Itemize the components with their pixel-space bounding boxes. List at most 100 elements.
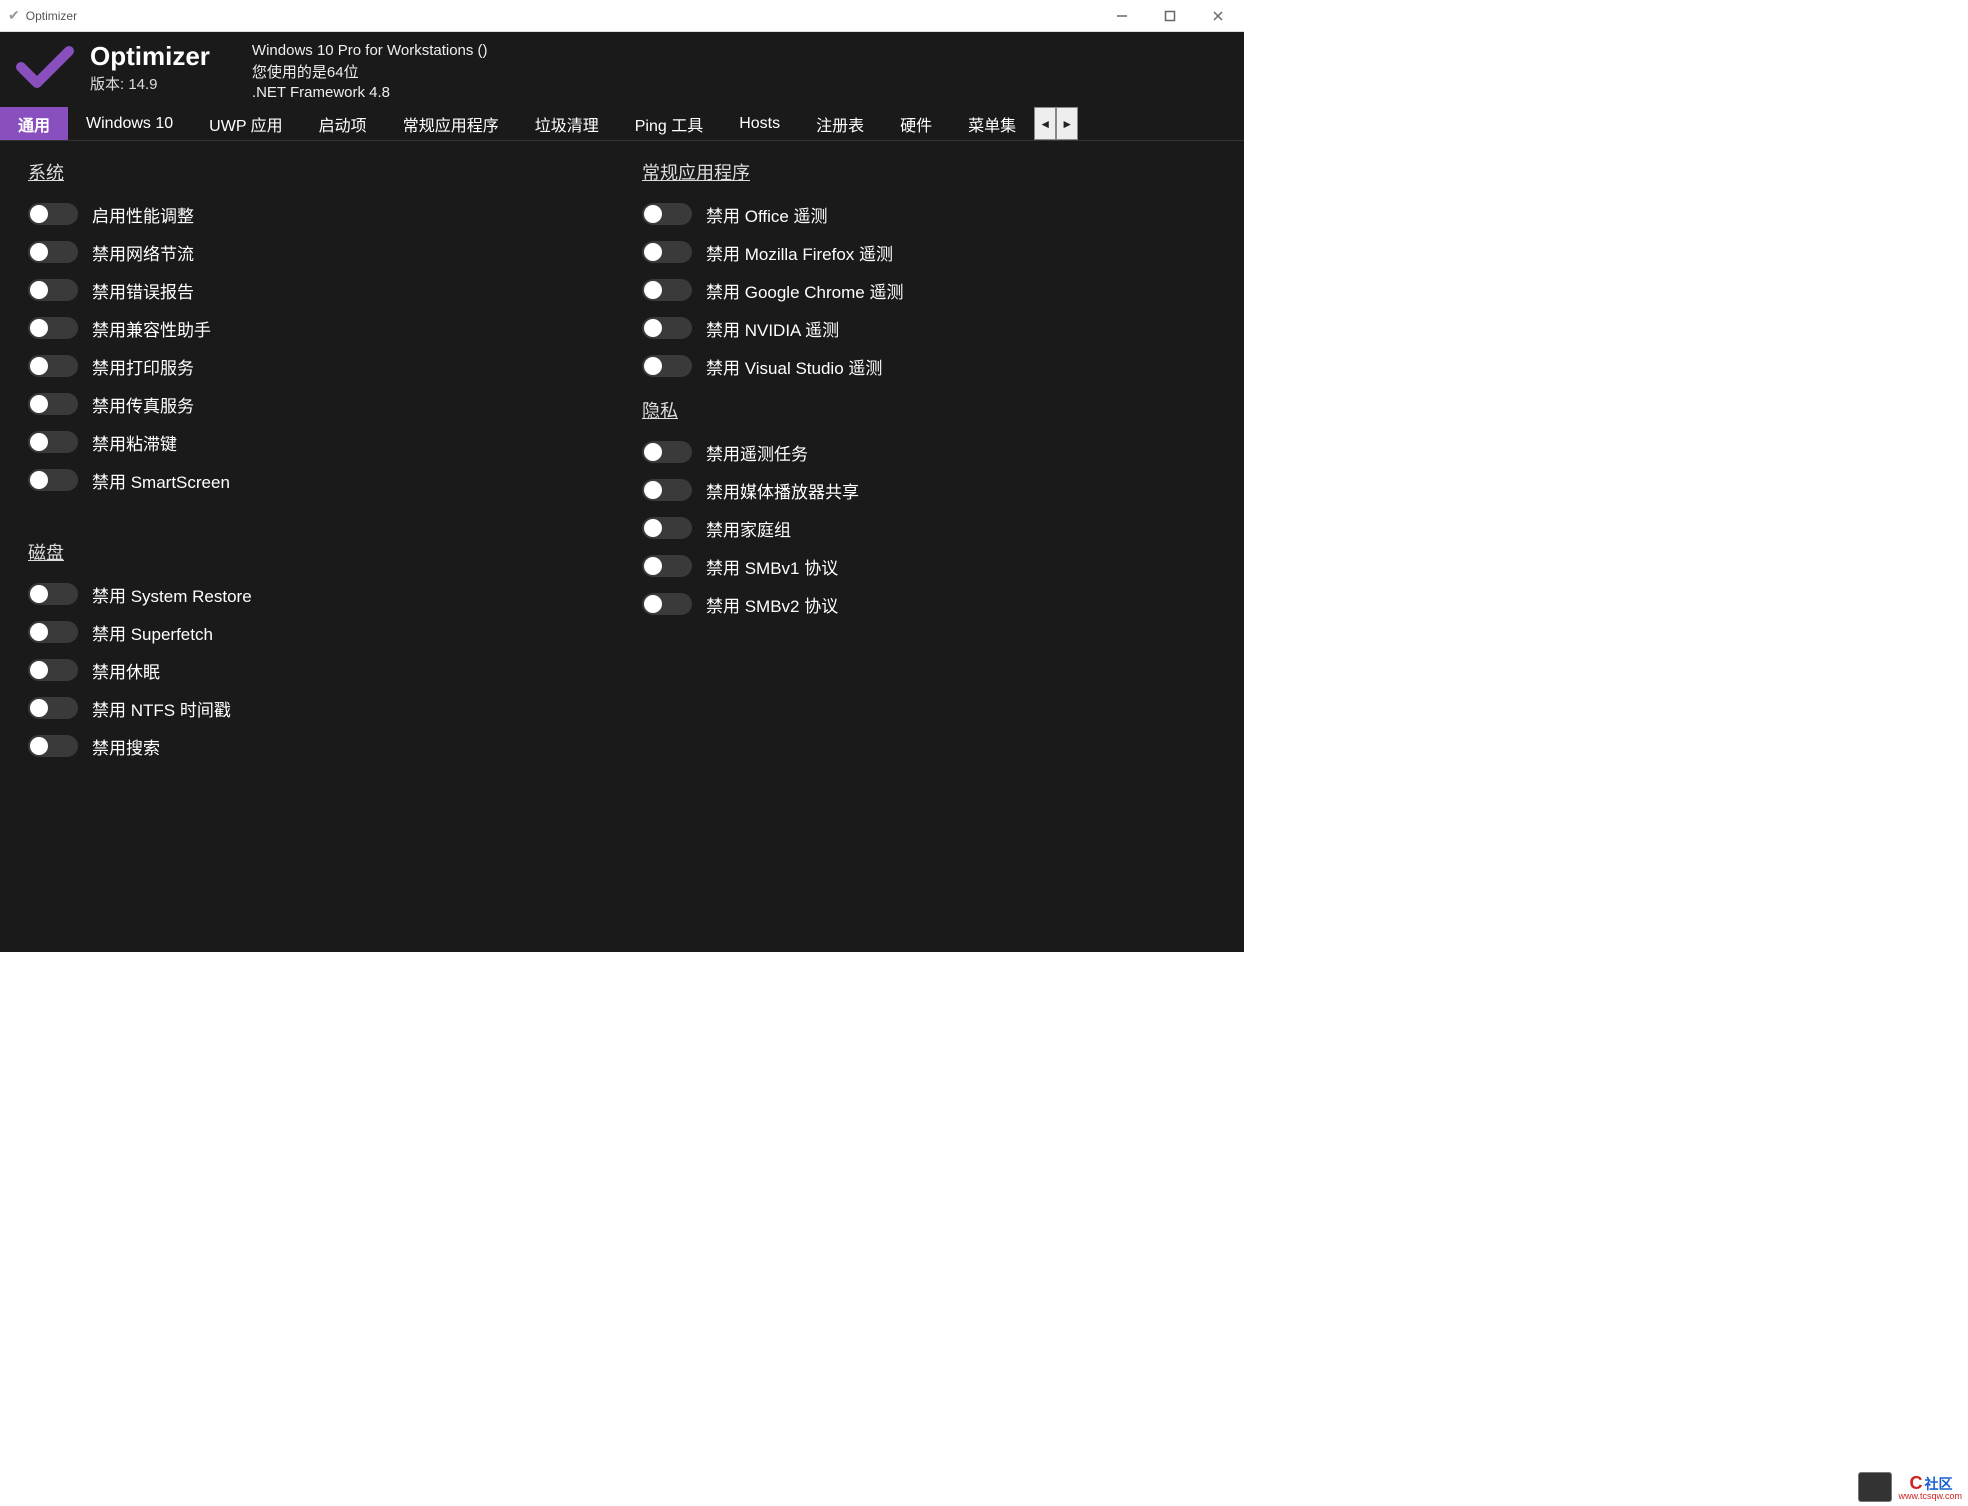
toggle-label: 禁用媒体播放器共享	[706, 478, 859, 503]
logo-check-icon	[14, 42, 76, 90]
toggle-switch[interactable]	[642, 317, 692, 339]
toggle-switch[interactable]	[642, 517, 692, 539]
window-title: Optimizer	[26, 9, 1112, 23]
toggle-row: 禁用粘滞键	[28, 423, 602, 461]
toggle-label: 禁用遥测任务	[706, 440, 808, 465]
toggle-switch[interactable]	[28, 317, 78, 339]
toggle-knob	[30, 319, 48, 337]
tab-scroll-left[interactable]: ◄	[1034, 107, 1056, 140]
toggle-row: 禁用兼容性助手	[28, 309, 602, 347]
toggle-knob	[644, 595, 662, 613]
toggle-row: 禁用媒体播放器共享	[642, 471, 1216, 509]
toggle-label: 禁用 System Restore	[92, 582, 252, 607]
section-title: 隐私	[642, 397, 1216, 423]
toggle-switch[interactable]	[28, 583, 78, 605]
toggle-row: 禁用 SmartScreen	[28, 461, 602, 499]
toggle-label: 禁用 SMBv2 协议	[706, 592, 838, 617]
toggle-switch[interactable]	[642, 441, 692, 463]
tab-10[interactable]: 菜单集	[950, 107, 1034, 140]
toggle-knob	[644, 357, 662, 375]
toggle-label: 禁用错误报告	[92, 278, 194, 303]
toggle-row: 禁用 Mozilla Firefox 遥测	[642, 233, 1216, 271]
toggle-row: 禁用错误报告	[28, 271, 602, 309]
toggle-knob	[30, 433, 48, 451]
toggle-switch[interactable]	[28, 659, 78, 681]
toggle-knob	[30, 585, 48, 603]
toggle-switch[interactable]	[28, 431, 78, 453]
toggle-switch[interactable]	[642, 279, 692, 301]
net-line: .NET Framework 4.8	[252, 84, 488, 101]
toggle-knob	[644, 481, 662, 499]
toggle-switch[interactable]	[28, 621, 78, 643]
system-info: Windows 10 Pro for Workstations () 您使用的是…	[252, 42, 488, 101]
watermark-text: TC社区 www.tcsqw.com	[1898, 1474, 1962, 1501]
toggle-knob	[644, 443, 662, 461]
toggle-row: 禁用 Office 遥测	[642, 195, 1216, 233]
toggle-switch[interactable]	[642, 479, 692, 501]
toggle-row: 禁用传真服务	[28, 385, 602, 423]
tab-2[interactable]: UWP 应用	[191, 107, 301, 140]
toggle-row: 禁用家庭组	[642, 509, 1216, 547]
toggle-switch[interactable]	[28, 241, 78, 263]
toggle-switch[interactable]	[28, 735, 78, 757]
section-title: 磁盘	[28, 539, 602, 565]
toggle-switch[interactable]	[642, 355, 692, 377]
toggle-row: 启用性能调整	[28, 195, 602, 233]
tab-7[interactable]: Hosts	[721, 107, 798, 140]
toggle-label: 禁用休眠	[92, 658, 160, 683]
right-column: 常规应用程序禁用 Office 遥测禁用 Mozilla Firefox 遥测禁…	[642, 155, 1216, 938]
toggle-knob	[30, 737, 48, 755]
section-title: 常规应用程序	[642, 159, 1216, 185]
tab-bar: 通用Windows 10UWP 应用启动项常规应用程序垃圾清理Ping 工具Ho…	[0, 107, 1244, 141]
tab-scroll-right[interactable]: ►	[1056, 107, 1078, 140]
window-controls	[1112, 6, 1228, 26]
toggle-switch[interactable]	[28, 393, 78, 415]
toggle-knob	[30, 471, 48, 489]
toggle-label: 禁用粘滞键	[92, 430, 177, 455]
maximize-button[interactable]	[1160, 6, 1180, 26]
toggle-switch[interactable]	[28, 469, 78, 491]
toggle-switch[interactable]	[28, 279, 78, 301]
toggle-switch[interactable]	[642, 555, 692, 577]
toggle-knob	[644, 243, 662, 261]
toggle-switch[interactable]	[28, 203, 78, 225]
toggle-row: 禁用 System Restore	[28, 575, 602, 613]
toggle-knob	[30, 623, 48, 641]
toggle-row: 禁用 NTFS 时间戳	[28, 689, 602, 727]
toggle-row: 禁用遥测任务	[642, 433, 1216, 471]
tab-1[interactable]: Windows 10	[68, 107, 191, 140]
titlebar-check-icon: ✔	[8, 7, 20, 24]
tab-8[interactable]: 注册表	[798, 107, 882, 140]
tab-4[interactable]: 常规应用程序	[385, 107, 517, 140]
tab-5[interactable]: 垃圾清理	[517, 107, 617, 140]
arch-line: 您使用的是64位	[252, 61, 488, 82]
toggle-label: 禁用 SmartScreen	[92, 468, 230, 493]
toggle-knob	[30, 357, 48, 375]
tab-0[interactable]: 通用	[0, 107, 68, 140]
toggle-row: 禁用 SMBv1 协议	[642, 547, 1216, 585]
toggle-row: 禁用搜索	[28, 727, 602, 765]
app-name: Optimizer	[90, 42, 210, 71]
toggle-knob	[30, 243, 48, 261]
tab-6[interactable]: Ping 工具	[617, 107, 721, 140]
toggle-label: 禁用传真服务	[92, 392, 194, 417]
toggle-knob	[30, 205, 48, 223]
tab-9[interactable]: 硬件	[882, 107, 950, 140]
toggle-label: 禁用 Superfetch	[92, 620, 213, 645]
toggle-row: 禁用 NVIDIA 遥测	[642, 309, 1216, 347]
toggle-knob	[644, 519, 662, 537]
close-button[interactable]	[1208, 6, 1228, 26]
toggle-switch[interactable]	[28, 355, 78, 377]
watermark: TC社区 www.tcsqw.com	[1858, 1472, 1962, 1502]
toggle-switch[interactable]	[642, 593, 692, 615]
minimize-button[interactable]	[1112, 6, 1132, 26]
toggle-switch[interactable]	[642, 241, 692, 263]
toggle-knob	[644, 319, 662, 337]
toggle-knob	[30, 395, 48, 413]
toggle-switch[interactable]	[28, 697, 78, 719]
tab-3[interactable]: 启动项	[301, 107, 385, 140]
app-body: Optimizer 版本: 14.9 Windows 10 Pro for Wo…	[0, 32, 1244, 952]
left-column: 系统启用性能调整禁用网络节流禁用错误报告禁用兼容性助手禁用打印服务禁用传真服务禁…	[28, 155, 602, 938]
toggle-row: 禁用网络节流	[28, 233, 602, 271]
toggle-switch[interactable]	[642, 203, 692, 225]
